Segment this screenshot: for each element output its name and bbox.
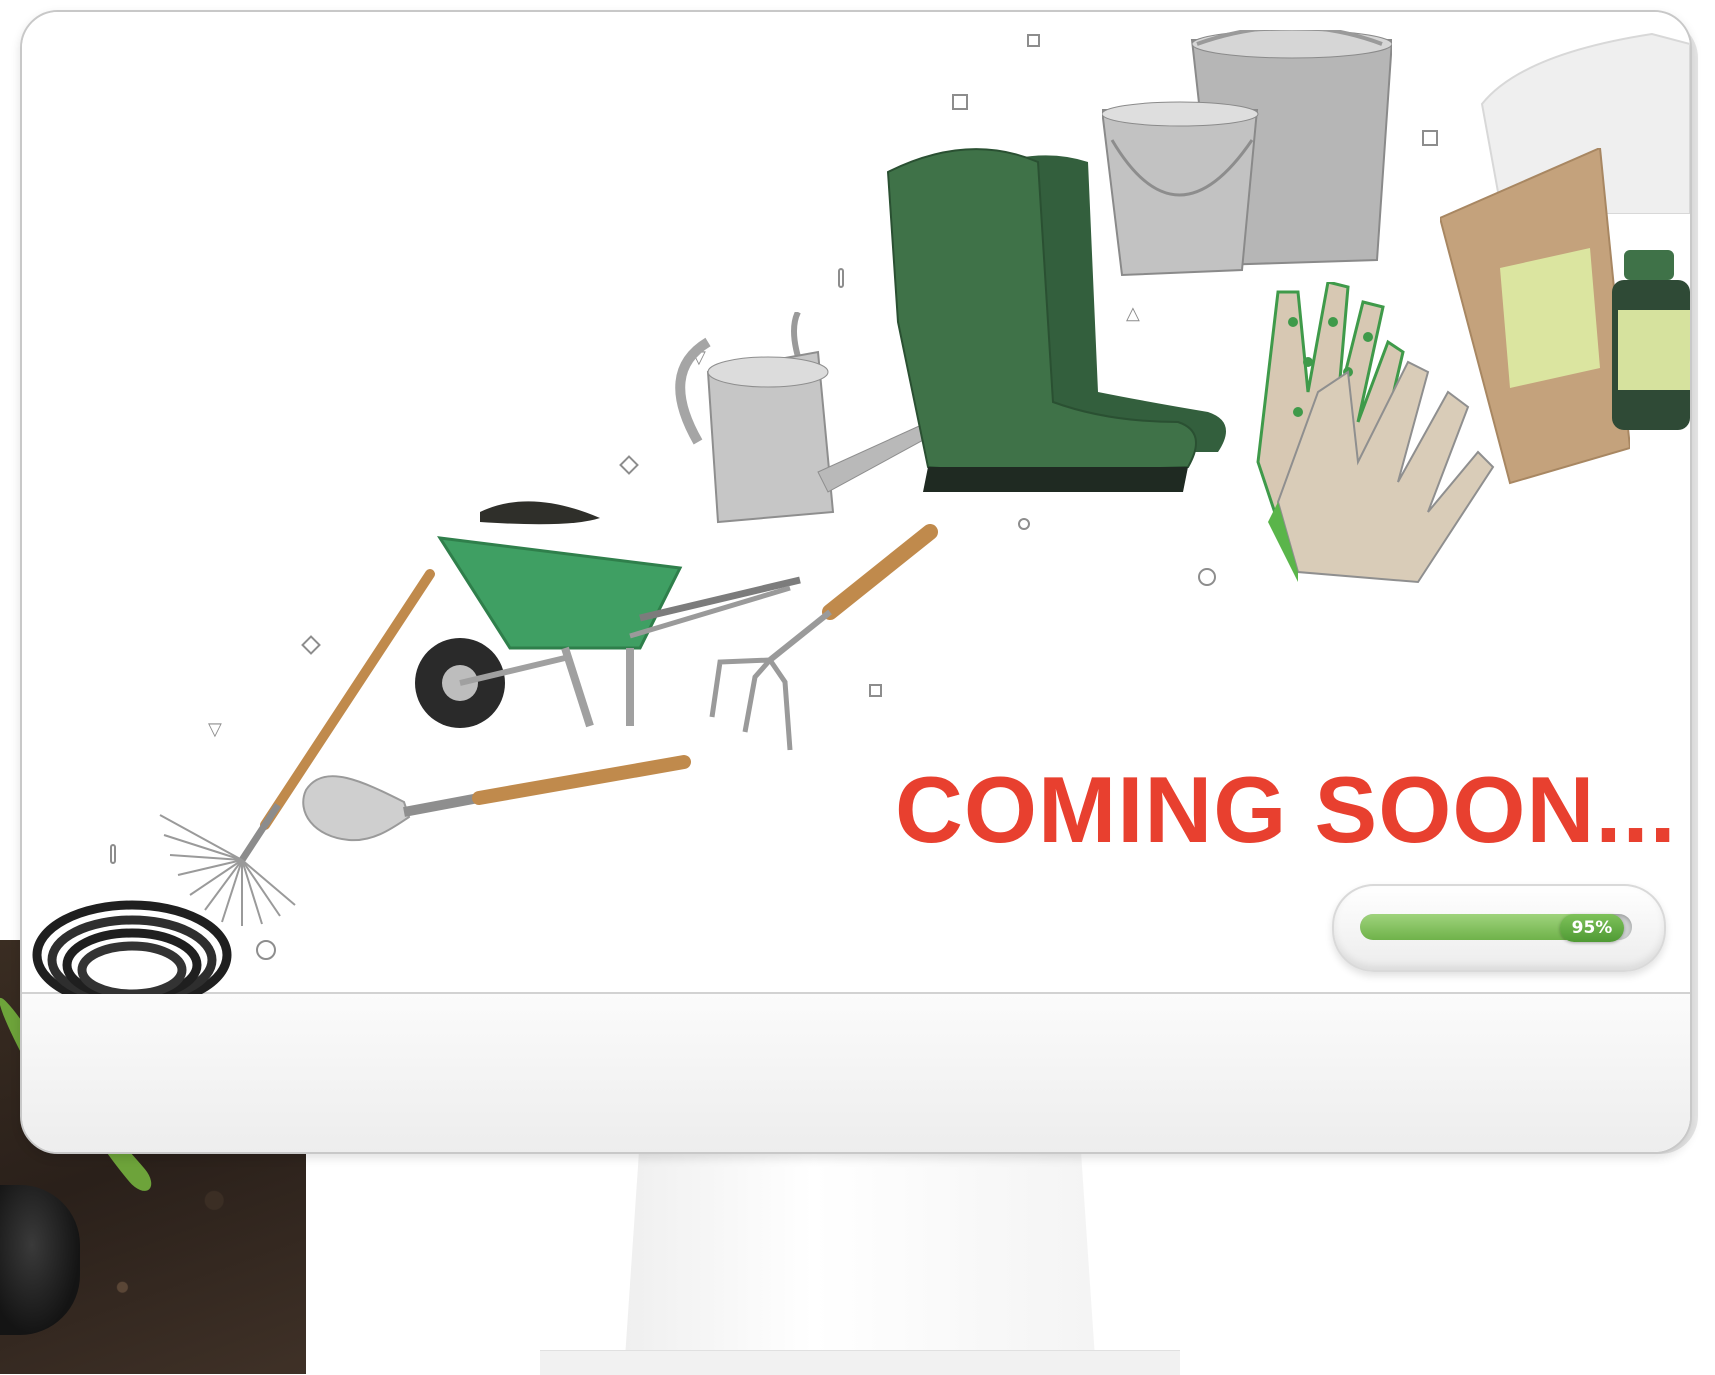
coming-soon-screen: △ ▽ ▽ COMING SOON... 95% xyxy=(22,12,1690,1000)
seed-bag-icon xyxy=(1440,148,1630,485)
hand-cultivator-icon xyxy=(709,524,938,751)
coming-soon-heading: COMING SOON... xyxy=(895,757,1677,862)
shovel-icon xyxy=(302,755,691,842)
square-outline-icon xyxy=(1027,34,1040,47)
pill-outline-icon xyxy=(110,844,116,864)
pill-outline-icon xyxy=(838,268,844,288)
circle-outline-icon xyxy=(1018,518,1030,530)
monitor-stand xyxy=(625,1150,1095,1358)
circle-outline-icon xyxy=(256,940,276,960)
loading-progress: 95% xyxy=(1332,884,1666,972)
diamond-outline-icon xyxy=(619,455,639,475)
monitor-chin xyxy=(22,994,1690,1152)
square-outline-icon xyxy=(952,94,968,110)
monitor-frame: △ ▽ ▽ COMING SOON... 95% xyxy=(20,10,1692,1154)
circle-outline-icon xyxy=(1198,568,1216,586)
bucket-icon xyxy=(1102,30,1392,277)
progress-percent-badge: 95% xyxy=(1560,914,1624,942)
fertilizer-bottle-icon xyxy=(1612,250,1690,430)
square-outline-icon xyxy=(1422,130,1438,146)
monitor-stand-base xyxy=(540,1350,1180,1375)
